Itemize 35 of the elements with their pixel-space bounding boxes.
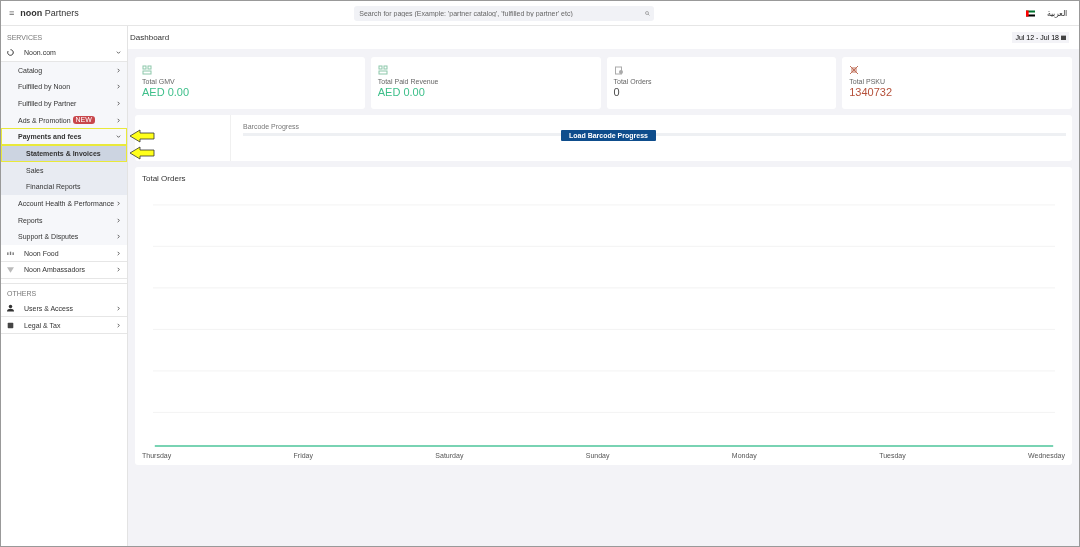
stat-value: AED 0.00 xyxy=(142,86,190,98)
user-icon xyxy=(7,304,14,313)
chart-icon xyxy=(377,65,388,75)
ribbon-icon xyxy=(7,266,14,273)
calendar-icon xyxy=(1061,35,1066,40)
page-title: Dashboard xyxy=(130,33,170,42)
chevron-down-icon xyxy=(116,50,121,56)
scan-icon xyxy=(849,65,860,75)
chevron-right-icon xyxy=(116,322,121,328)
chevron-right-icon xyxy=(116,67,121,73)
pointer-arrow-icon xyxy=(129,146,155,161)
brand-logo: noon Partners xyxy=(20,8,80,18)
food-icon xyxy=(7,251,14,256)
chevron-right-icon xyxy=(116,201,121,207)
flag-icon[interactable] xyxy=(1026,9,1035,17)
chart-title: Total Orders xyxy=(142,174,187,183)
chevron-right-icon xyxy=(116,267,121,273)
chevron-right-icon xyxy=(116,84,121,90)
chevron-right-icon xyxy=(116,234,121,240)
spinner-icon xyxy=(7,49,14,57)
chevron-down-icon xyxy=(116,134,121,140)
chevron-right-icon xyxy=(116,217,121,223)
language-link[interactable]: العربية xyxy=(1047,8,1067,18)
menu-icon[interactable]: ≡ xyxy=(9,8,15,18)
stat-value: 1340732 xyxy=(849,86,893,98)
stat-value: 0 xyxy=(613,86,620,98)
chevron-right-icon xyxy=(116,305,121,311)
chevron-right-icon xyxy=(116,250,121,256)
chart-icon xyxy=(142,65,152,75)
search-icon xyxy=(645,10,651,16)
chevron-right-icon xyxy=(116,117,121,123)
stat-value: AED 0.00 xyxy=(377,86,425,98)
box-icon xyxy=(613,65,624,75)
pointer-arrow-icon xyxy=(129,129,155,144)
chevron-right-icon xyxy=(116,100,121,106)
